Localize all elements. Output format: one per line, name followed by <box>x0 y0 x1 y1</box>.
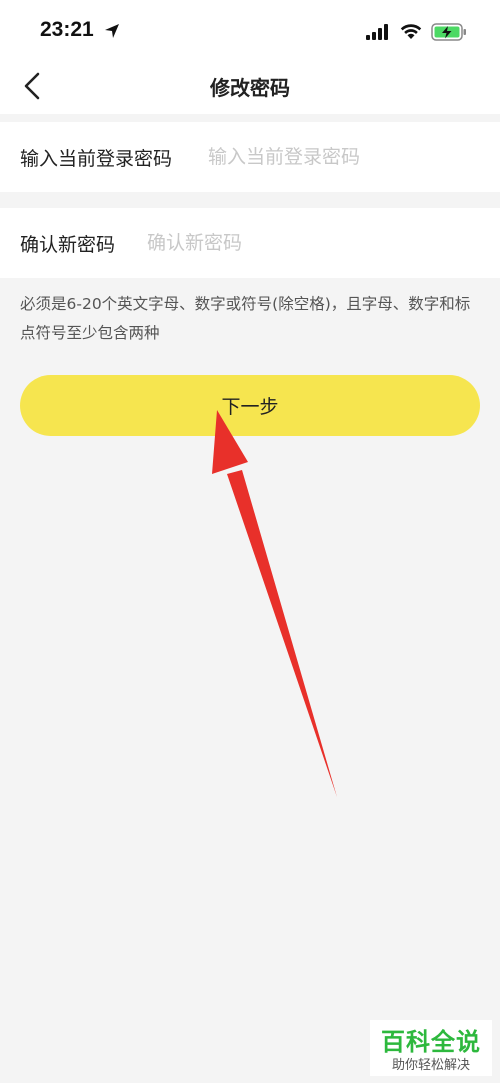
current-password-row: 输入当前登录密码 <box>0 122 500 192</box>
location-arrow-icon <box>105 24 119 38</box>
navigation-bar: 修改密码 <box>0 62 500 114</box>
current-password-input[interactable] <box>208 141 478 173</box>
battery-charging-icon <box>431 23 466 41</box>
watermark-logo: 百科全说 助你轻松解决 <box>370 1020 492 1076</box>
confirm-password-row: 确认新密码 <box>0 208 500 278</box>
page-title: 修改密码 <box>210 76 290 100</box>
status-time: 23:21 <box>40 18 94 41</box>
current-password-label: 输入当前登录密码 <box>20 148 173 170</box>
status-bar: 23:21 <box>0 0 500 62</box>
cellular-signal-icon <box>366 24 388 40</box>
wifi-icon <box>400 24 422 39</box>
watermark-subtitle: 助你轻松解决 <box>391 1058 470 1073</box>
password-rule-hint: 必须是6-20个英文字母、数字或符号(除空格)，且字母、数字和标点符号至少包含两… <box>20 295 471 342</box>
confirm-password-label: 确认新密码 <box>20 234 116 256</box>
confirm-password-input[interactable] <box>147 227 477 259</box>
watermark-title: 百科全说 <box>381 1028 481 1056</box>
next-step-button[interactable]: 下一步 <box>20 375 480 436</box>
